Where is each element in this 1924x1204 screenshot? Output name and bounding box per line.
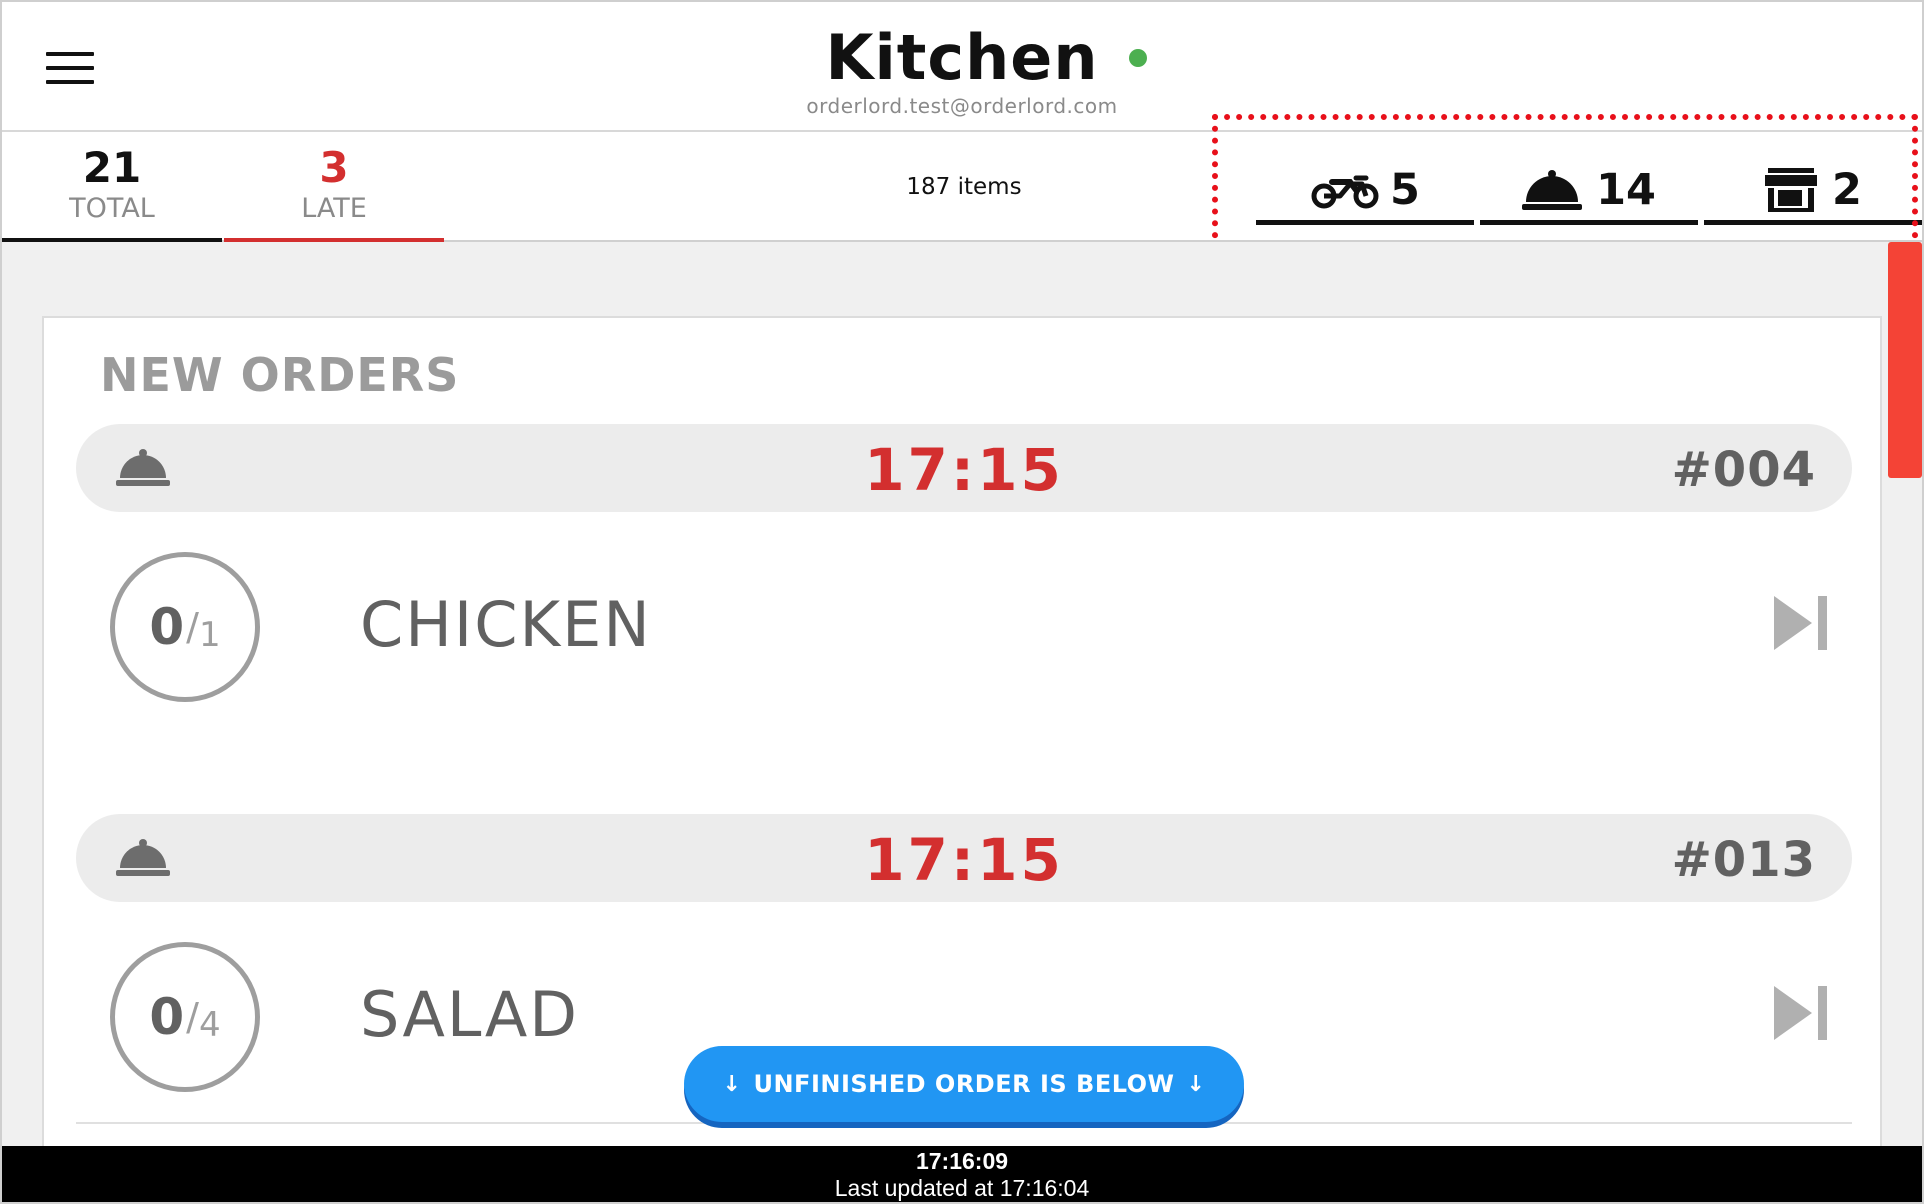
scrollbar-thumb[interactable] [1888,242,1922,478]
late-count: 3 [319,143,349,192]
delivery-count: 5 [1390,165,1420,215]
page-title: Kitchen [825,21,1147,94]
store-icon [1765,168,1818,212]
progress-separator: / [186,995,199,1039]
order-header[interactable]: 17:15 #013 [76,814,1852,902]
late-label: LATE [301,193,367,224]
tab-takeaway-inner: 2 [1704,160,1922,220]
skip-next-icon[interactable] [1774,986,1830,1040]
takeaway-count: 2 [1832,165,1862,215]
order-due-time: 17:15 [864,436,1064,504]
section-title: NEW ORDERS [100,348,460,402]
account-email: orderlord.test@orderlord.com [806,94,1118,118]
tab-takeaway[interactable]: 2 [1704,160,1922,225]
order-item-row: 0/1 CHICKEN [76,552,1852,712]
motorcycle-icon [1311,175,1379,209]
progress-total: 4 [198,1005,221,1045]
app-header: Kitchen orderlord.test@orderlord.com [2,2,1922,132]
item-name: CHICKEN [360,588,652,661]
cloche-icon [1522,170,1583,210]
online-status-dot [1128,49,1147,67]
item-progress-counter[interactable]: 0/1 [110,552,260,702]
page-title-text: Kitchen [825,21,1099,94]
progress-done: 0 [149,598,185,656]
current-time: 17:16:09 [915,1148,1009,1174]
items-count: 187 items [906,174,1022,200]
order-number: #004 [1671,442,1816,498]
progress-total: 1 [198,615,221,655]
tab-late[interactable]: 3 LATE [224,132,444,243]
total-count: 21 [82,143,142,192]
order-number: #013 [1671,832,1816,888]
tab-dine-in[interactable]: 14 [1480,160,1698,225]
order-header[interactable]: 17:15 #004 [76,424,1852,512]
last-updated: Last updated at 17:16:04 [834,1175,1090,1201]
arrow-down-icon: ↓ [1186,1071,1206,1097]
kitchen-screen: Kitchen orderlord.test@orderlord.com 21 … [2,2,1922,1202]
progress-done: 0 [149,988,185,1046]
progress-separator: / [186,605,199,649]
dine-in-count: 14 [1596,165,1656,215]
stats-bar: 21 TOTAL 3 LATE 187 items 5 14 2 [2,132,1922,243]
tab-delivery-inner: 5 [1256,160,1474,220]
tab-dine-in-inner: 14 [1480,160,1698,220]
skip-next-icon[interactable] [1774,596,1830,650]
status-footer: 17:16:09 Last updated at 17:16:04 [2,1146,1922,1202]
arrow-down-icon: ↓ [722,1071,742,1097]
orders-content: NEW ORDERS 17:15 #004 0/1 CHICKEN 17:15 … [2,242,1922,1146]
tab-total[interactable]: 21 TOTAL [2,132,222,243]
tab-delivery[interactable]: 5 [1256,160,1474,225]
order-due-time: 17:15 [864,826,1064,894]
total-label: TOTAL [69,193,155,224]
item-name: SALAD [360,978,580,1051]
item-progress-counter[interactable]: 0/4 [110,942,260,1092]
unfinished-order-below-button[interactable]: ↓ UNFINISHED ORDER IS BELOW ↓ [684,1046,1244,1122]
title-wrap: Kitchen [2,22,1922,94]
divider [76,1122,1852,1124]
unfinished-order-label: UNFINISHED ORDER IS BELOW [753,1070,1175,1098]
new-orders-card: NEW ORDERS 17:15 #004 0/1 CHICKEN 17:15 … [42,316,1882,1146]
